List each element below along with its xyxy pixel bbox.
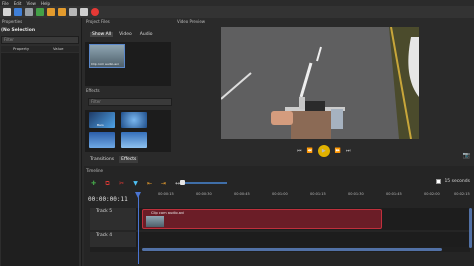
- next-marker-icon[interactable]: ⇥: [160, 180, 167, 187]
- redo-icon[interactable]: [58, 8, 66, 16]
- main-toolbar: [0, 6, 474, 18]
- timeline-panel: Timeline ✚ ⧉ ✂ ▼ ⇤ ⇥ ↔ 15 seconds 00:00:…: [84, 166, 474, 266]
- playback-controls: ⏮ ⏪ ▶ ⏩ ⏭: [297, 145, 351, 157]
- tab-audio[interactable]: Audio: [138, 32, 155, 37]
- rewind-icon[interactable]: ⏪: [307, 148, 313, 154]
- effect-chroma[interactable]: [121, 132, 147, 148]
- zoom-level: 15 seconds: [436, 179, 470, 184]
- timeline-title: Timeline: [86, 168, 104, 173]
- zoom-checkbox[interactable]: [436, 179, 442, 184]
- property-column-header[interactable]: Property: [1, 46, 53, 52]
- playhead-line: [138, 194, 139, 264]
- ruler-tick: 00:02:00: [424, 192, 440, 196]
- ruler-tick: 00:01:45: [386, 192, 402, 196]
- value-column-header[interactable]: Value: [53, 46, 63, 52]
- fast-forward-icon[interactable]: ⏩: [335, 148, 341, 154]
- timeline-horizontal-scrollbar[interactable]: [142, 248, 442, 251]
- properties-panel: Properties (No Selection Filter Property…: [0, 18, 82, 266]
- video-preview-panel: Video Preview ⏮ ⏪ ▶ ⏩ ⏭ 📷: [175, 18, 474, 166]
- project-files-list[interactable]: Clip com audio.avi: [85, 42, 171, 86]
- menu-help[interactable]: Help: [41, 1, 50, 6]
- timeline-vertical-scrollbar[interactable]: [469, 208, 472, 248]
- ruler-tick: 00:02:15: [454, 192, 470, 196]
- timeline-clip[interactable]: Clip com audio.avi: [142, 209, 382, 229]
- timeline-ruler[interactable]: 00:00:15 00:00:30 00:00:45 00:01:00 00:0…: [136, 192, 470, 204]
- jump-start-icon[interactable]: ⏮: [297, 148, 302, 154]
- ruler-tick: 00:01:00: [272, 192, 288, 196]
- add-marker-icon[interactable]: ▼: [132, 180, 139, 187]
- effect-bars-label: Bars: [97, 123, 104, 127]
- project-files-title: Project Files: [86, 19, 110, 24]
- ruler-tick: 00:00:15: [158, 192, 174, 196]
- timeline-toolbar: ✚ ⧉ ✂ ▼ ⇤ ⇥ ↔: [90, 178, 181, 188]
- ruler-tick: 00:01:30: [348, 192, 364, 196]
- track-5[interactable]: Track 5 Clip com audio.avi: [90, 208, 470, 230]
- tab-show-all[interactable]: Show All: [90, 32, 114, 37]
- project-files-tabs: Show All Video Audio: [90, 32, 155, 37]
- import-files-icon[interactable]: [36, 8, 44, 16]
- properties-header: Property Value: [1, 46, 79, 52]
- timecode-display: 00:00:00:11: [88, 196, 128, 203]
- tab-effects[interactable]: Effects: [119, 156, 139, 163]
- tab-video[interactable]: Video: [117, 32, 134, 37]
- menu-file[interactable]: File: [2, 1, 9, 6]
- effects-title: Effects: [86, 88, 100, 93]
- video-frame[interactable]: [221, 27, 419, 139]
- fullscreen-icon[interactable]: [80, 8, 88, 16]
- video-preview-title: Video Preview: [177, 19, 206, 24]
- effects-panel: Effects Filter Bars Transitions Effects: [84, 86, 174, 166]
- razor-icon[interactable]: ✂: [118, 180, 125, 187]
- file-label: Clip com audio.avi: [91, 62, 119, 66]
- ruler-tick: 00:00:45: [234, 192, 250, 196]
- properties-filter-input[interactable]: Filter: [1, 36, 79, 44]
- undo-icon[interactable]: [47, 8, 55, 16]
- properties-title: Properties: [2, 19, 23, 24]
- properties-list[interactable]: [1, 53, 79, 266]
- camera-icon[interactable]: 📷: [463, 152, 470, 159]
- track-4[interactable]: Track 4: [90, 232, 470, 248]
- clip-title: Clip com audio.avi: [151, 211, 185, 215]
- play-icon: ▶: [321, 148, 326, 154]
- export-video-icon[interactable]: [91, 8, 99, 16]
- save-project-icon[interactable]: [25, 8, 33, 16]
- tab-transitions[interactable]: Transitions: [88, 156, 116, 163]
- open-project-icon[interactable]: [14, 8, 22, 16]
- file-thumbnail[interactable]: Clip com audio.avi: [89, 44, 125, 68]
- previous-marker-icon[interactable]: ⇤: [146, 180, 153, 187]
- track-4-label: Track 4: [90, 232, 136, 248]
- play-button[interactable]: ▶: [317, 145, 330, 157]
- ruler-tick: 00:01:15: [310, 192, 326, 196]
- add-track-icon[interactable]: ✚: [90, 180, 97, 187]
- menu-edit[interactable]: Edit: [14, 1, 22, 6]
- clip-thumbnail: [146, 216, 164, 227]
- effects-filter-input[interactable]: Filter: [88, 98, 172, 106]
- effect-brightness[interactable]: [89, 132, 115, 148]
- profile-icon[interactable]: [69, 8, 77, 16]
- zoom-slider[interactable]: [185, 182, 227, 184]
- zoom-seconds-label: 15 seconds: [444, 179, 470, 184]
- jump-end-icon[interactable]: ⏭: [346, 148, 351, 154]
- effect-bars[interactable]: Bars: [89, 112, 115, 128]
- selection-label: (No Selection: [1, 28, 36, 33]
- effects-tabs: Transitions Effects: [88, 156, 139, 163]
- track-5-label: Track 5: [90, 208, 136, 230]
- project-files-panel: Project Files Show All Video Audio Clip …: [84, 18, 174, 86]
- effects-list[interactable]: Bars: [85, 110, 171, 152]
- ruler-tick: 00:00:30: [196, 192, 212, 196]
- menu-view[interactable]: View: [26, 1, 36, 6]
- video-scene: [221, 27, 419, 139]
- effect-blur[interactable]: [121, 112, 147, 128]
- snapping-icon[interactable]: ⧉: [104, 180, 111, 187]
- new-project-icon[interactable]: [3, 8, 11, 16]
